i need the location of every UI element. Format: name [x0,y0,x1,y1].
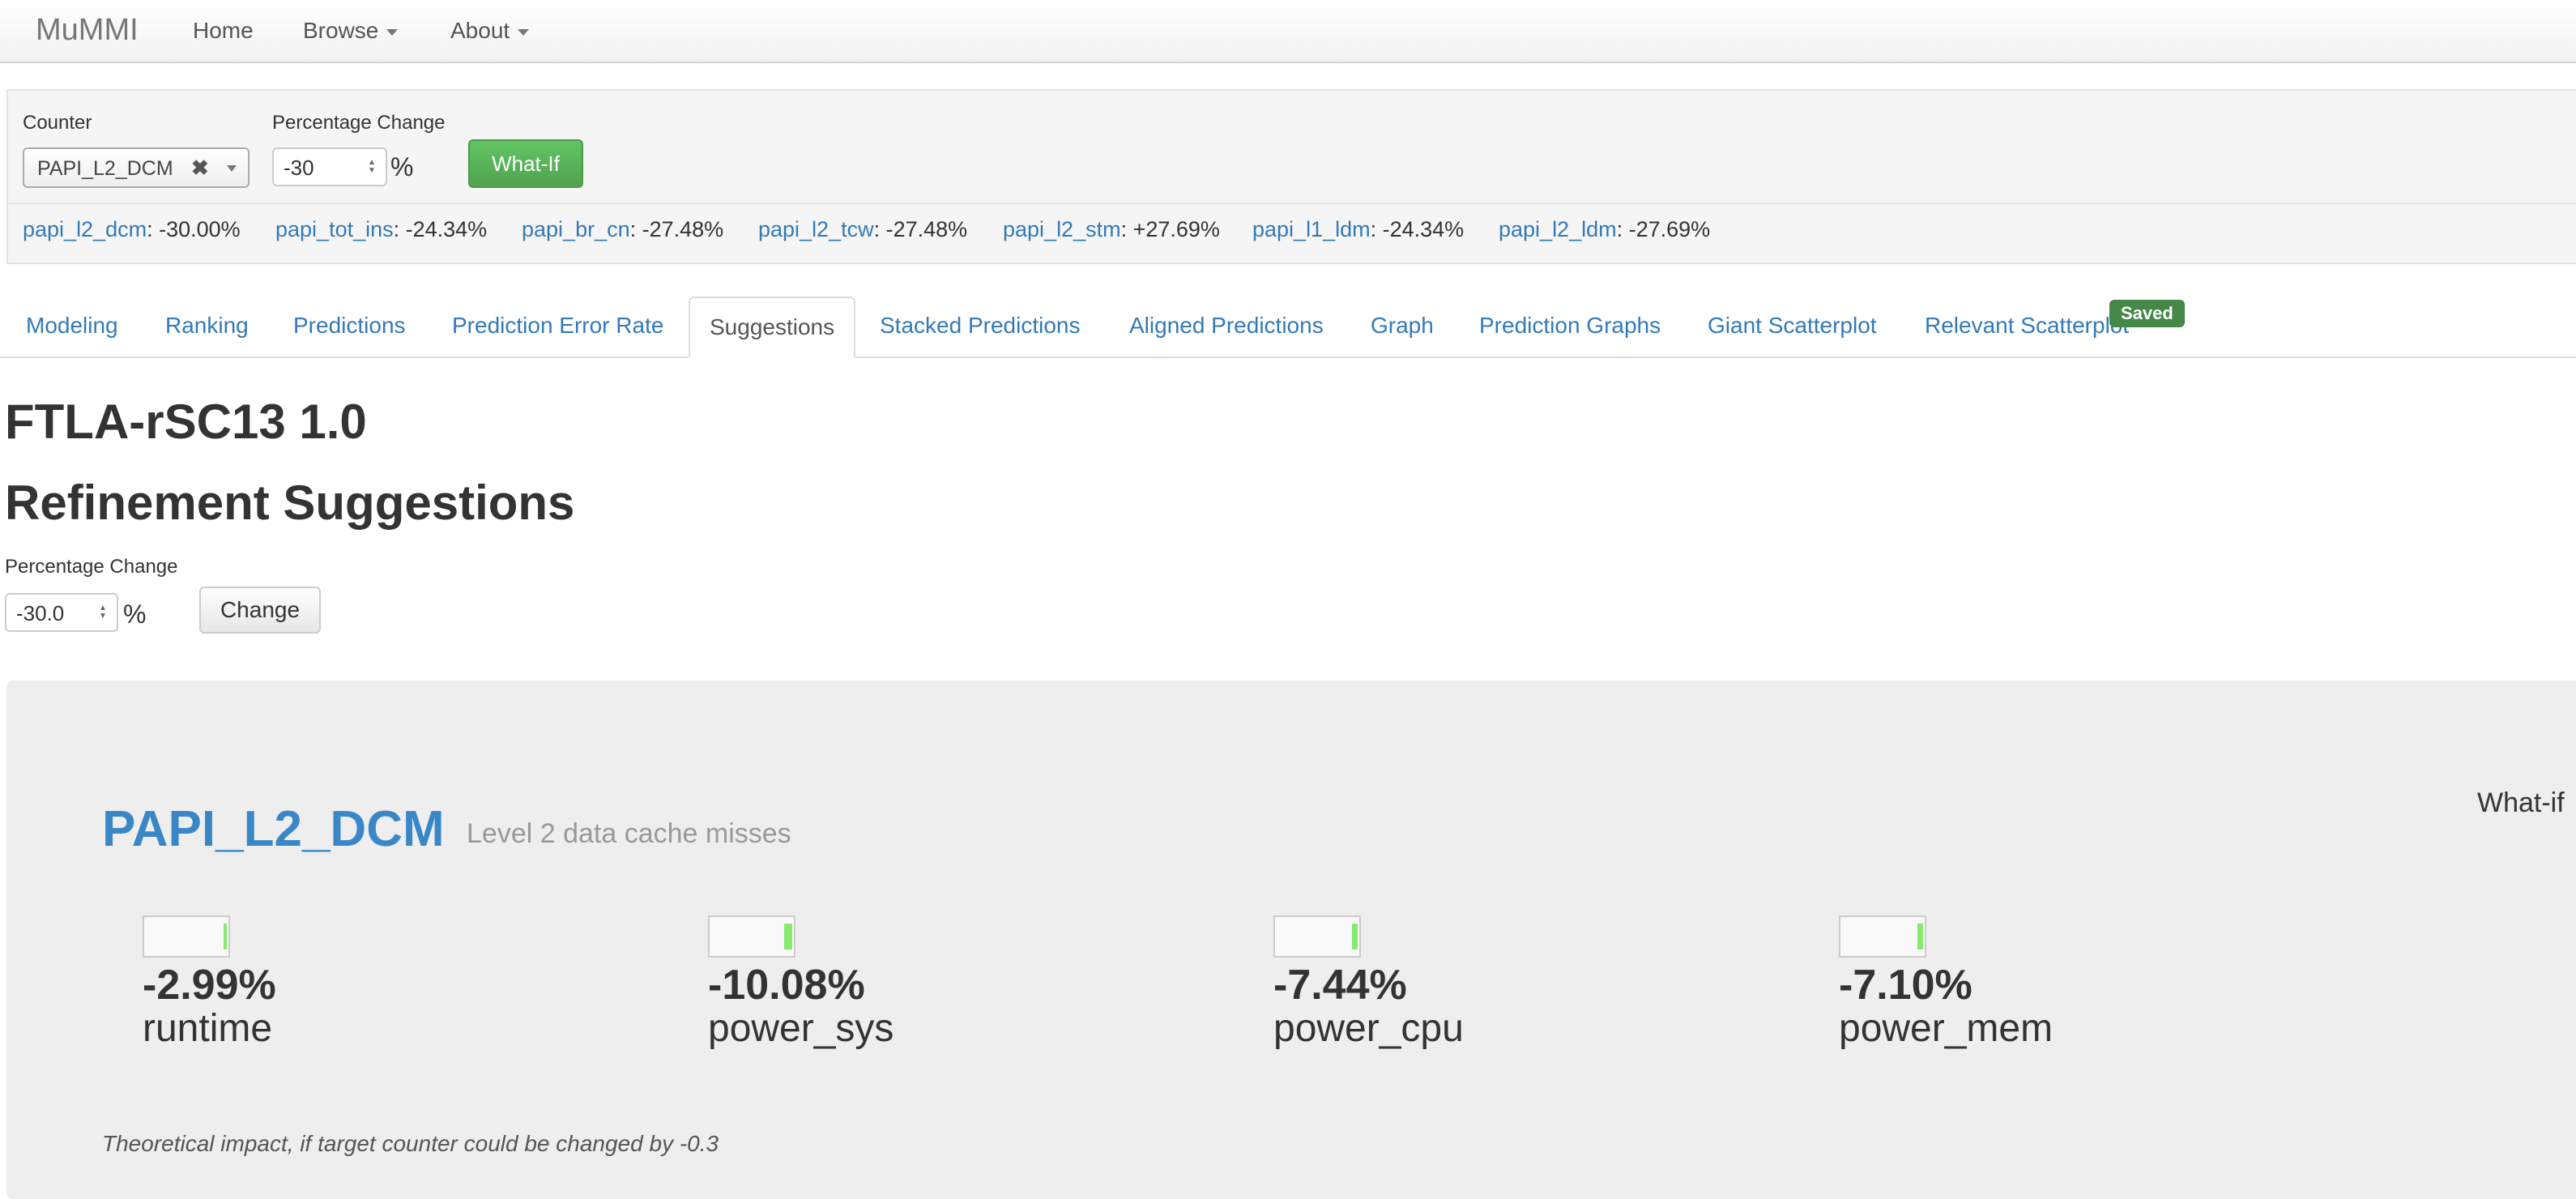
refine-percentage-value: -30.0 [16,601,65,625]
what-if-button[interactable]: What-If [468,139,583,188]
impact-item: papi_l2_stm: +27.69% [1003,217,1220,242]
panel-divider [8,203,2576,204]
impact-link[interactable]: papi_l2_tcw [758,217,874,241]
refine-percentage-label: Percentage Change [5,556,178,578]
percentage-change-input[interactable]: -30 ▲ ▼ [272,147,387,186]
impact-link[interactable]: papi_l2_dcm [23,217,147,241]
impact-value: : -27.48% [873,217,968,241]
metric-name: runtime [143,1007,273,1050]
impact-link[interactable]: papi_l2_ldm [1499,217,1617,241]
nav-browse[interactable]: Browse [303,18,399,44]
tab-suggestions-label: Suggestions [710,314,835,339]
metric-value: -10.08% [708,962,865,1009]
percentage-change-label: Percentage Change [272,112,446,134]
impact-item: papi_br_cn: -27.48% [522,217,723,242]
chevron-down-icon [518,28,530,36]
impact-bar-fill [784,924,792,949]
tab-prediction-graphs[interactable]: Prediction Graphs [1479,313,1661,339]
suggestion-counter-name[interactable]: PAPI_L2_DCM [102,800,445,858]
impact-link[interactable]: papi_l2_stm [1003,217,1121,241]
impact-bar-fill [224,924,227,949]
impact-value: : -27.48% [629,217,724,241]
metric-value: -7.10% [1839,962,1973,1009]
impact-link[interactable]: papi_br_cn [522,217,630,241]
tab-modeling[interactable]: Modeling [26,313,118,339]
impact-value: : -24.34% [393,217,488,241]
saved-badge: Saved [2109,300,2185,327]
percent-unit: % [390,152,414,181]
tab-relevant-scatterplot[interactable]: Relevant Scatterplot [1925,313,2129,339]
tab-stacked-predictions[interactable]: Stacked Predictions [880,313,1080,339]
tab-aligned-predictions[interactable]: Aligned Predictions [1129,313,1324,339]
whatif-panel: Counter PAPI_L2_DCM ✖ Percentage Change … [6,89,2576,264]
nav-browse-label: Browse [303,18,379,43]
impact-link[interactable]: papi_tot_ins [275,217,394,241]
metric-power-mem: -7.10% power_mem [1839,915,2260,1061]
impact-bar-fill [1917,924,1923,949]
counter-select-value: PAPI_L2_DCM [37,157,173,180]
impact-value: : +27.69% [1120,217,1220,241]
impact-value: : -27.69% [1616,217,1711,241]
tab-prediction-error-rate[interactable]: Prediction Error Rate [452,313,663,339]
impact-item: papi_l2_dcm: -30.00% [23,217,241,242]
metric-value: -2.99% [143,962,276,1009]
chevron-down-icon [386,28,399,36]
page-title: FTLA-rSC13 1.0 [5,395,367,449]
tab-predictions[interactable]: Predictions [293,313,406,339]
impact-bar [1839,915,1926,958]
tab-bar: Modeling Ranking Predictions Prediction … [0,297,2576,358]
page-subtitle: Refinement Suggestions [5,476,575,530]
suggestion-panel: PAPI_L2_DCM Level 2 data cache misses Wh… [6,681,2576,1199]
tab-giant-scatterplot[interactable]: Giant Scatterplot [1708,313,1877,339]
impact-value: : -24.34% [1370,217,1465,241]
chevron-down-icon [227,165,237,172]
nav-home[interactable]: Home [193,18,254,44]
impact-bar-fill [1352,924,1358,949]
metric-name: power_sys [708,1007,894,1050]
tab-suggestions[interactable]: Suggestions [689,297,855,358]
metric-power-cpu: -7.44% power_cpu [1273,915,1695,1061]
impact-link[interactable]: papi_l1_ldm [1252,217,1371,241]
refine-percent-unit: % [123,600,147,629]
what-if-link[interactable]: What-if [2477,787,2565,819]
counter-label: Counter [23,112,92,134]
brand-logo[interactable]: MuMMI [36,13,139,48]
metric-name: power_mem [1839,1007,2054,1050]
suggestion-footnote: Theoretical impact, if target counter co… [102,1131,719,1156]
metric-power-sys: -10.08% power_sys [708,915,1129,1061]
tab-ranking[interactable]: Ranking [165,313,249,339]
impact-item: papi_tot_ins: -24.34% [275,217,487,242]
impact-value: : -30.00% [147,217,241,241]
percentage-change-value: -30 [284,156,314,180]
spinner-icon[interactable]: ▲ ▼ [99,604,107,621]
impact-item: papi_l2_tcw: -27.48% [758,217,967,242]
metric-name: power_cpu [1273,1007,1464,1050]
metric-value: -7.44% [1273,962,1407,1009]
impact-item: papi_l2_ldm: -27.69% [1499,217,1710,242]
clear-icon[interactable]: ✖ [191,156,209,181]
suggestion-counter-description: Level 2 data cache misses [467,818,791,849]
impact-item: papi_l1_ldm: -24.34% [1252,217,1464,242]
counter-select[interactable]: PAPI_L2_DCM ✖ [23,147,249,188]
change-button[interactable]: Change [199,587,321,634]
impact-bar [143,915,230,958]
impact-bar [708,915,795,958]
metric-runtime: -2.99% runtime [143,915,564,1061]
nav-about-label: About [450,18,510,43]
navbar: MuMMI Home Browse About [0,0,2576,63]
impact-bar [1273,915,1361,958]
tab-graph[interactable]: Graph [1371,313,1434,339]
refine-percentage-input[interactable]: -30.0 ▲ ▼ [5,593,118,632]
spinner-icon[interactable]: ▲ ▼ [368,159,376,175]
nav-about[interactable]: About [450,18,530,44]
